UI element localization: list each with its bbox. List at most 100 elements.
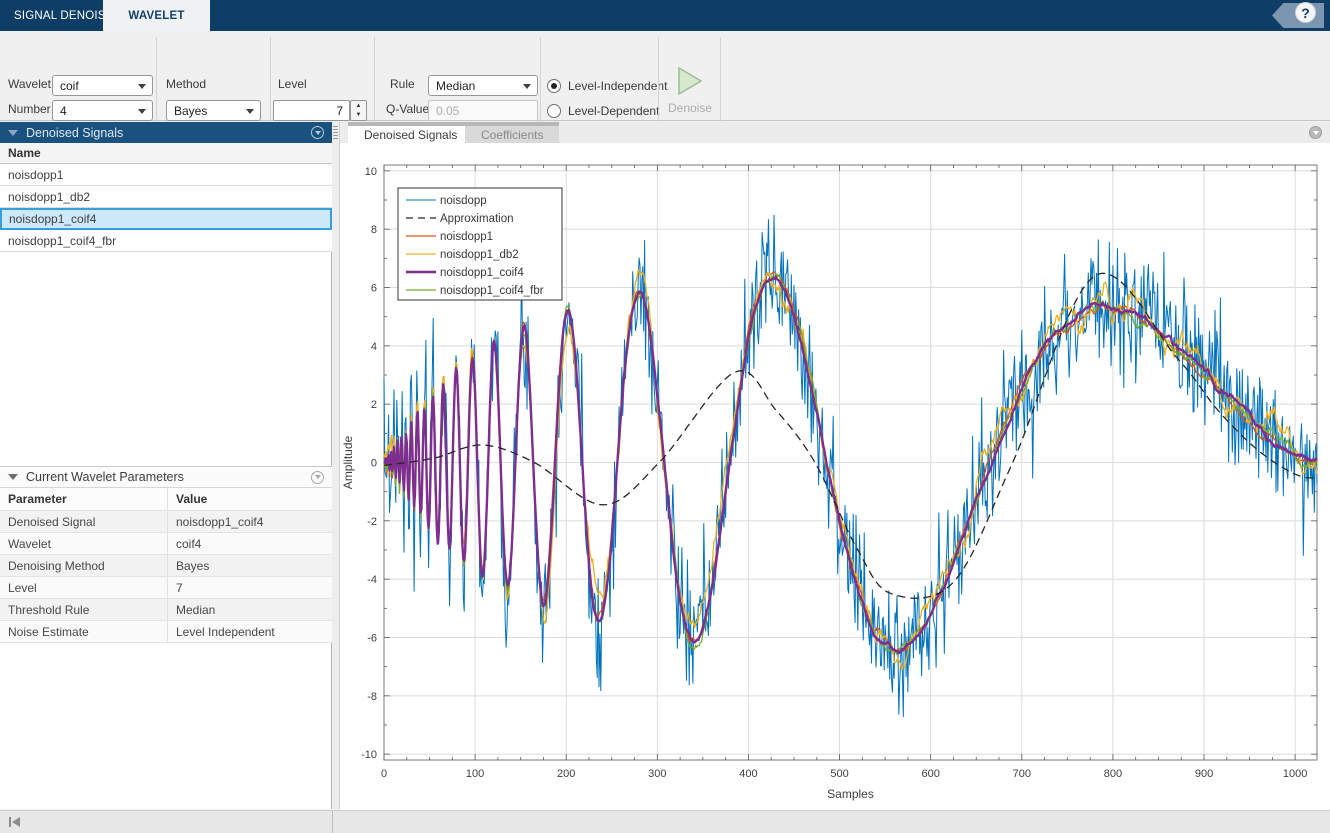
svg-text:800: 800	[1104, 768, 1122, 780]
plot-panel-menu-icon[interactable]	[1309, 126, 1322, 139]
method-dropdown[interactable]: Bayes	[166, 100, 261, 121]
spinner-down-icon[interactable]: ▼	[351, 111, 366, 121]
svg-text:8: 8	[371, 224, 377, 236]
app-tab-bar: SIGNAL DENOISER WAVELET ?	[0, 0, 1330, 31]
svg-text:-4: -4	[367, 574, 377, 586]
signal-list-item[interactable]: noisdopp1_coif4_fbr	[0, 230, 332, 252]
table-cell: noisdopp1_coif4	[168, 511, 332, 532]
wavelet-parameters-panel-title: Current Wavelet Parameters	[26, 470, 303, 484]
table-cell: Wavelet	[0, 533, 168, 554]
table-row: Denoising MethodBayes	[0, 555, 332, 577]
legend-entry-label: noisdopp1_coif4_fbr	[440, 285, 544, 297]
svg-text:6: 6	[371, 283, 377, 295]
play-icon	[677, 67, 703, 95]
table-cell: Noise Estimate	[0, 621, 168, 642]
wavelet-signal-denoiser-app: { "window": { "tabs": [ {"label": "SIGNA…	[0, 0, 1330, 833]
svg-text:1000: 1000	[1283, 768, 1307, 780]
svg-text:500: 500	[830, 768, 848, 780]
table-cell: coif4	[168, 533, 332, 554]
number-dropdown-value: 4	[60, 104, 67, 118]
table-cell: 7	[168, 577, 332, 598]
tab-wavelet[interactable]: WAVELET	[103, 0, 210, 31]
collapse-triangle-icon[interactable]	[8, 130, 18, 136]
svg-text:700: 700	[1013, 768, 1031, 780]
plot-area: 01002003004005006007008009001000-10-8-6-…	[340, 143, 1330, 833]
chevron-down-icon	[138, 109, 146, 114]
footer-divider	[332, 811, 333, 833]
parameters-table: ParameterValueDenoised Signalnoisdopp1_c…	[0, 488, 332, 643]
svg-text:Samples: Samples	[827, 787, 874, 801]
svg-text:100: 100	[466, 768, 484, 780]
table-cell: Median	[168, 599, 332, 620]
svg-text:-8: -8	[367, 691, 377, 703]
table-cell: Denoising Method	[0, 555, 168, 576]
legend-entry-label: noisdopp1	[440, 231, 493, 243]
panel-menu-icon[interactable]	[311, 126, 324, 139]
signal-list-item[interactable]: noisdopp1_coif4	[0, 208, 332, 230]
legend[interactable]: noisdopp Approximation noisdopp1 noisdopp1_…	[398, 188, 562, 300]
plot-tab-denoised-signals[interactable]: Denoised Signals	[348, 122, 473, 143]
svg-text:2: 2	[371, 399, 377, 411]
signal-list-item[interactable]: noisdopp1_db2	[0, 186, 332, 208]
q-value-label: Q-Value	[386, 102, 429, 116]
table-row: Level7	[0, 577, 332, 599]
q-value-input: 0.05	[428, 100, 538, 121]
wavelet-parameters-panel-header[interactable]: Current Wavelet Parameters	[0, 466, 332, 488]
level-label: Level	[278, 77, 307, 91]
svg-text:0: 0	[381, 768, 387, 780]
column-header: Parameter	[0, 488, 168, 510]
panel-menu-icon[interactable]	[311, 471, 324, 484]
svg-text:300: 300	[648, 768, 666, 780]
table-row: Threshold RuleMedian	[0, 599, 332, 621]
radio-level-dependent[interactable]: Level-Dependent	[547, 104, 659, 118]
panel-divider[interactable]	[332, 122, 340, 809]
wavelet-dropdown[interactable]: coif	[52, 75, 153, 96]
svg-text:0: 0	[371, 458, 377, 470]
level-spinner-buttons[interactable]: ▲ ▼	[350, 100, 367, 121]
chart-canvas[interactable]: 01002003004005006007008009001000-10-8-6-…	[340, 143, 1330, 833]
svg-text:200: 200	[557, 768, 575, 780]
legend-entry-label: Approximation	[440, 213, 514, 225]
rule-dropdown-value: Median	[436, 79, 475, 93]
status-bar	[0, 810, 1330, 833]
denoised-signals-panel-header[interactable]: Denoised Signals	[0, 122, 332, 143]
radio-selected-icon[interactable]	[547, 79, 561, 93]
plot-tab-coefficients[interactable]: Coefficients	[465, 122, 559, 143]
signal-list-item[interactable]: noisdopp1	[0, 164, 332, 186]
denoised-signals-panel-title: Denoised Signals	[26, 126, 303, 140]
left-panel: Denoised Signals Name noisdopp1noisdopp1…	[0, 122, 332, 809]
legend-entry-label: noisdopp1_coif4	[440, 267, 524, 279]
svg-text:600: 600	[922, 768, 940, 780]
svg-text:10: 10	[365, 166, 377, 178]
radio-unselected-icon[interactable]	[547, 104, 561, 118]
plot-tab-bar: Denoised Signals Coefficients	[340, 122, 1330, 143]
level-input[interactable]: 7	[273, 100, 350, 121]
wavelet-dropdown-value: coif	[60, 79, 79, 93]
table-cell: Level Independent	[168, 621, 332, 642]
help-button[interactable]: ?	[1295, 2, 1316, 23]
collapse-panel-left-icon[interactable]	[8, 816, 22, 828]
collapse-triangle-icon[interactable]	[8, 474, 18, 480]
drag-grip-icon	[333, 126, 338, 140]
table-cell: Bayes	[168, 555, 332, 576]
chevron-down-icon	[138, 84, 146, 89]
svg-text:-6: -6	[367, 633, 377, 645]
radio-level-dependent-label: Level-Dependent	[568, 104, 659, 118]
svg-text:900: 900	[1195, 768, 1213, 780]
radio-level-independent[interactable]: Level-Independent	[547, 79, 667, 93]
svg-text:Amplitude: Amplitude	[341, 436, 355, 490]
spinner-up-icon[interactable]: ▲	[351, 101, 366, 111]
svg-text:400: 400	[739, 768, 757, 780]
number-dropdown[interactable]: 4	[52, 100, 153, 121]
method-dropdown-value: Bayes	[174, 104, 207, 118]
table-cell: Level	[0, 577, 168, 598]
rule-dropdown[interactable]: Median	[428, 75, 538, 96]
signals-column-header[interactable]: Name	[0, 143, 332, 164]
denoise-button[interactable]: Denoise	[660, 67, 720, 129]
svg-text:4: 4	[371, 341, 377, 353]
table-cell: Denoised Signal	[0, 511, 168, 532]
chevron-down-icon	[523, 84, 531, 89]
table-row: Waveletcoif4	[0, 533, 332, 555]
method-label: Method	[166, 77, 206, 91]
legend-entry-label: noisdopp	[440, 195, 487, 207]
